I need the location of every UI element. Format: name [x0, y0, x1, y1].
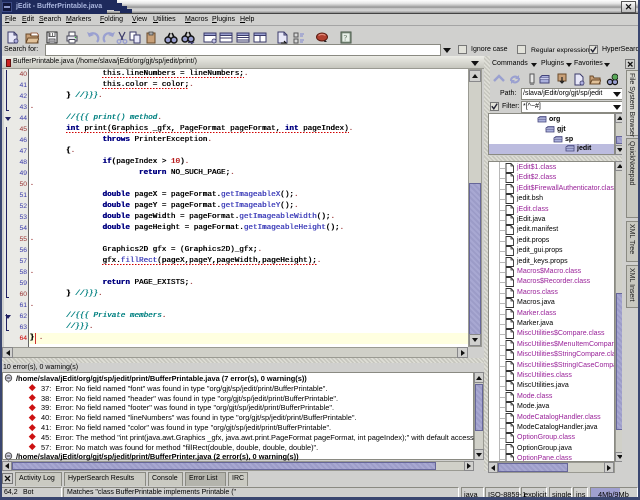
svg-text:?: ? — [344, 34, 348, 43]
